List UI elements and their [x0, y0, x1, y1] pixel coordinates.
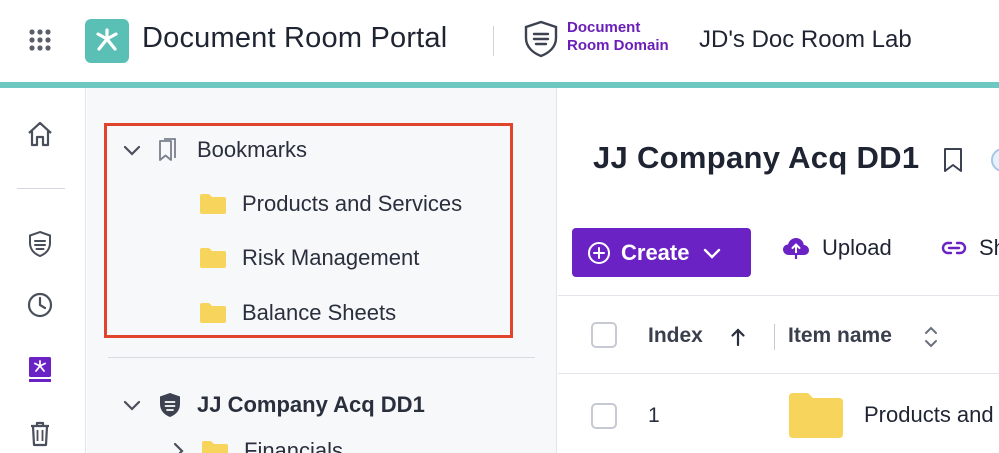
column-header-item-name-label: Item name [788, 324, 892, 347]
trash-icon[interactable] [26, 419, 54, 447]
row-item-name[interactable]: Products and [864, 402, 994, 428]
upload-button[interactable]: Upload [782, 235, 892, 261]
chevron-down-icon [704, 248, 721, 259]
app-logo-icon[interactable] [85, 19, 129, 63]
table-header: Index Item name [558, 296, 999, 374]
shield-list-icon[interactable] [26, 230, 54, 258]
create-button-label: Create [621, 239, 690, 265]
sort-unsorted-icon[interactable] [922, 324, 940, 350]
domain-shield-icon [524, 20, 558, 58]
info-icon[interactable] [989, 146, 999, 174]
bookmark-icon[interactable] [941, 146, 965, 174]
tree-label-room: JJ Company Acq DD1 [197, 392, 425, 417]
bookmark-item[interactable]: Risk Management [199, 245, 419, 271]
tree-node-bookmarks[interactable]: Bookmarks [121, 136, 307, 164]
row-index: 1 [648, 404, 660, 427]
domain-label-line2: Room Domain [567, 37, 669, 54]
select-all-checkbox[interactable] [591, 322, 617, 348]
bookmark-item-label: Products and Services [242, 191, 463, 216]
folder-icon [200, 303, 226, 323]
folder-icon [200, 194, 226, 214]
left-rail [0, 88, 86, 453]
home-icon[interactable] [26, 120, 54, 148]
sort-ascending-icon[interactable] [729, 326, 747, 348]
tree-label-bookmarks: Bookmarks [197, 137, 308, 162]
bookmark-item[interactable]: Balance Sheets [199, 300, 396, 326]
row-checkbox[interactable] [591, 403, 617, 429]
clock-icon[interactable] [26, 291, 54, 319]
main-content: JJ Company Acq DD1 Create Upload Sh Inde… [558, 88, 999, 453]
create-button[interactable]: Create [572, 228, 751, 277]
navigation-tree: Bookmarks Products and Services Risk Man… [87, 88, 557, 453]
column-divider [774, 324, 775, 350]
tree-label-financials: Financials [244, 438, 344, 453]
document-room-icon[interactable] [26, 355, 54, 383]
bookmarks-icon [159, 138, 176, 161]
column-header-item-name[interactable]: Item name [788, 324, 892, 348]
cloud-upload-icon [783, 238, 809, 259]
domain-label-line1: Document [567, 19, 641, 36]
folder-icon [200, 248, 226, 268]
folder-icon [202, 441, 228, 453]
workspace-title: JD's Doc Room Lab [699, 26, 912, 53]
column-header-index-label: Index [648, 324, 703, 347]
room-shield-icon [160, 393, 180, 417]
chevron-down-icon[interactable] [121, 139, 143, 161]
bookmark-item[interactable]: Products and Services [199, 191, 462, 217]
page-title: JJ Company Acq DD1 [593, 140, 920, 175]
header-divider [493, 26, 494, 56]
folder-icon [789, 393, 843, 438]
share-button-label: Sh [979, 235, 999, 260]
bookmark-item-label: Balance Sheets [242, 300, 397, 325]
upload-button-label: Upload [822, 235, 892, 260]
app-grid-icon[interactable] [28, 28, 52, 52]
chevron-right-icon[interactable] [169, 440, 187, 453]
plus-circle-icon [588, 241, 610, 264]
link-icon [941, 241, 967, 255]
tree-node-financials[interactable]: Financials [169, 438, 343, 453]
top-header: Document Room Portal Document Room Domai… [0, 0, 999, 82]
app-title: Document Room Portal [142, 22, 448, 54]
tree-divider [108, 357, 535, 358]
column-header-index[interactable]: Index [648, 324, 703, 348]
bookmark-item-label: Risk Management [242, 245, 420, 270]
rail-divider [17, 188, 65, 189]
share-button[interactable]: Sh [941, 235, 999, 261]
domain-label[interactable]: Document Room Domain [567, 19, 669, 55]
tree-node-room[interactable]: JJ Company Acq DD1 [121, 391, 425, 419]
chevron-down-icon[interactable] [121, 394, 143, 416]
